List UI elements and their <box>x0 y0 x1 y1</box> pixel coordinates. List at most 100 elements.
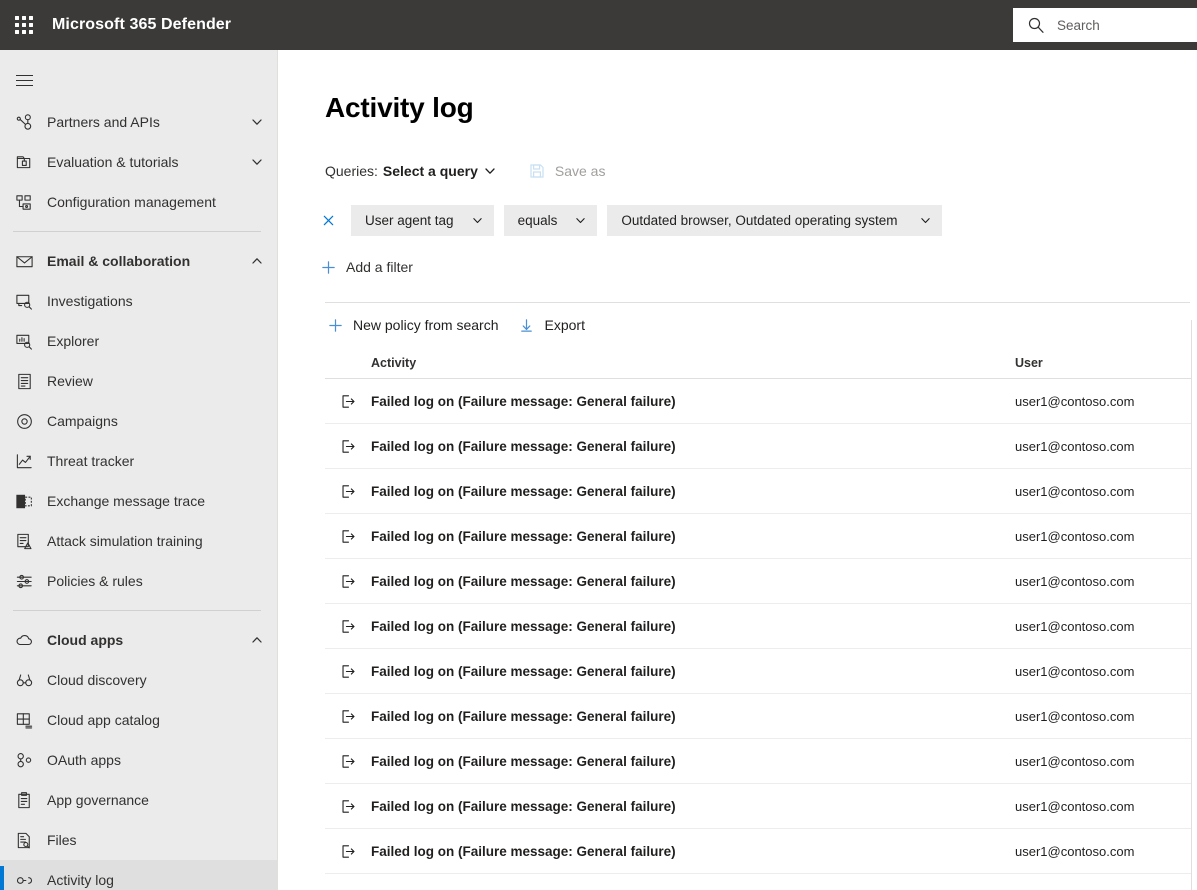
main-content: Activity log Queries: Select a query Sav… <box>279 50 1197 890</box>
sign-out-icon <box>325 708 371 725</box>
sidebar-item-files[interactable]: Files <box>0 820 277 860</box>
filter-operator-dropdown[interactable]: equals <box>504 205 598 236</box>
sidebar-item-label: App governance <box>47 792 149 808</box>
row-user-text: user1@contoso.com <box>1015 574 1191 589</box>
sidebar-item-exchange-message-trace[interactable]: EExchange message trace <box>0 481 277 521</box>
export-button[interactable]: Export <box>517 315 585 335</box>
filter-value-dropdown[interactable]: Outdated browser, Outdated operating sys… <box>607 205 941 236</box>
table-row[interactable]: Failed log on (Failure message: General … <box>325 424 1191 469</box>
configuration-management-icon <box>13 192 35 212</box>
table-row[interactable]: Failed log on (Failure message: General … <box>325 379 1191 424</box>
row-activity-text: Failed log on (Failure message: General … <box>371 484 1015 499</box>
app-launcher-icon[interactable] <box>0 0 48 50</box>
sidebar-item-label: Email & collaboration <box>47 253 190 269</box>
chevron-down-icon[interactable] <box>251 156 263 168</box>
row-user-text: user1@contoso.com <box>1015 484 1191 499</box>
table-row[interactable]: Failed log on (Failure message: General … <box>325 829 1191 874</box>
select-query-dropdown[interactable]: Select a query <box>383 163 478 179</box>
row-user-text: user1@contoso.com <box>1015 394 1191 409</box>
chevron-down-icon <box>472 215 483 226</box>
sidebar-item-oauth-apps[interactable]: OAuth apps <box>0 740 277 780</box>
sign-out-icon <box>325 438 371 455</box>
sidebar-item-label: Cloud discovery <box>47 672 147 688</box>
sidebar-item-label: Investigations <box>47 293 133 309</box>
sidebar-item-campaigns[interactable]: Campaigns <box>0 401 277 441</box>
row-user-text: user1@contoso.com <box>1015 439 1191 454</box>
sidebar-item-policies-rules[interactable]: Policies & rules <box>0 561 277 601</box>
sign-out-icon <box>325 393 371 410</box>
row-user-text: user1@contoso.com <box>1015 529 1191 544</box>
sidebar-item-attack-simulation-training[interactable]: Attack simulation training <box>0 521 277 561</box>
filter-field-dropdown[interactable]: User agent tag <box>351 205 494 236</box>
exchange-message-trace-icon: E <box>13 491 35 511</box>
column-header-activity: Activity <box>371 356 1015 370</box>
add-filter-label: Add a filter <box>346 259 413 275</box>
sidebar-item-activity-log[interactable]: Activity log <box>0 860 277 890</box>
queries-label: Queries: <box>325 163 378 179</box>
table-row[interactable]: Failed log on (Failure message: General … <box>325 649 1191 694</box>
sidebar-item-label: OAuth apps <box>47 752 121 768</box>
activity-log-icon <box>13 870 35 890</box>
sidebar-item-cloud-discovery[interactable]: Cloud discovery <box>0 660 277 700</box>
plus-icon <box>325 315 345 335</box>
sidebar-item-app-governance[interactable]: App governance <box>0 780 277 820</box>
review-icon <box>13 371 35 391</box>
hamburger-menu-icon[interactable] <box>0 58 48 102</box>
sidebar-item-investigations[interactable]: Investigations <box>0 281 277 321</box>
row-activity-text: Failed log on (Failure message: General … <box>371 529 1015 544</box>
sidebar-item-configuration-management[interactable]: Configuration management <box>0 182 277 222</box>
chevron-down-icon <box>575 215 586 226</box>
chevron-down-icon[interactable] <box>251 116 263 128</box>
sidebar-item-label: Explorer <box>47 333 99 349</box>
table-row[interactable]: Failed log on (Failure message: General … <box>325 784 1191 829</box>
sidebar-nav-list: Partners and APIsEvaluation & tutorialsC… <box>0 102 277 890</box>
row-user-text: user1@contoso.com <box>1015 709 1191 724</box>
row-activity-text: Failed log on (Failure message: General … <box>371 799 1015 814</box>
close-icon[interactable] <box>315 208 341 234</box>
chevron-down-icon[interactable] <box>484 165 496 177</box>
sidebar-item-review[interactable]: Review <box>0 361 277 401</box>
filter-row: User agent tag equals Outdated browser, … <box>315 205 1197 236</box>
sidebar-item-threat-tracker[interactable]: Threat tracker <box>0 441 277 481</box>
sign-out-icon <box>325 798 371 815</box>
activity-table: Activity User Failed log on (Failure mes… <box>325 347 1191 874</box>
cloud-icon <box>13 630 35 650</box>
table-row[interactable]: Failed log on (Failure message: General … <box>325 514 1191 559</box>
sidebar-item-label: Campaigns <box>47 413 118 429</box>
search-box[interactable]: Search <box>1013 8 1197 42</box>
attack-simulation-icon <box>13 531 35 551</box>
save-as-button[interactable]: Save as <box>529 163 606 179</box>
threat-tracker-icon <box>13 451 35 471</box>
policies-rules-icon <box>13 571 35 591</box>
search-placeholder: Search <box>1057 18 1100 33</box>
explorer-icon <box>13 331 35 351</box>
table-row[interactable]: Failed log on (Failure message: General … <box>325 694 1191 739</box>
sign-out-icon <box>325 483 371 500</box>
table-row[interactable]: Failed log on (Failure message: General … <box>325 739 1191 784</box>
row-activity-text: Failed log on (Failure message: General … <box>371 844 1015 859</box>
chevron-up-icon[interactable] <box>251 634 263 646</box>
sidebar-item-cloud-app-catalog[interactable]: Cloud app catalog <box>0 700 277 740</box>
sidebar-item-cloud-apps[interactable]: Cloud apps <box>0 620 277 660</box>
table-row[interactable]: Failed log on (Failure message: General … <box>325 469 1191 514</box>
row-activity-text: Failed log on (Failure message: General … <box>371 574 1015 589</box>
row-user-text: user1@contoso.com <box>1015 844 1191 859</box>
chevron-up-icon[interactable] <box>251 255 263 267</box>
table-row[interactable]: Failed log on (Failure message: General … <box>325 604 1191 649</box>
new-policy-from-search-button[interactable]: New policy from search <box>325 315 499 335</box>
filter-field-label: User agent tag <box>365 213 454 228</box>
chevron-down-icon <box>920 215 931 226</box>
page-title: Activity log <box>325 92 1197 124</box>
search-icon <box>1027 16 1045 34</box>
download-icon <box>517 315 537 335</box>
add-filter-button[interactable]: Add a filter <box>315 254 1197 280</box>
sidebar-item-label: Cloud app catalog <box>47 712 160 728</box>
table-body: Failed log on (Failure message: General … <box>325 379 1191 874</box>
sidebar-item-email-collaboration[interactable]: Email & collaboration <box>0 241 277 281</box>
oauth-apps-icon <box>13 750 35 770</box>
table-row[interactable]: Failed log on (Failure message: General … <box>325 559 1191 604</box>
investigations-icon <box>13 291 35 311</box>
sidebar-item-evaluation-tutorials[interactable]: Evaluation & tutorials <box>0 142 277 182</box>
sidebar-item-explorer[interactable]: Explorer <box>0 321 277 361</box>
sidebar-item-partners-and-apis[interactable]: Partners and APIs <box>0 102 277 142</box>
